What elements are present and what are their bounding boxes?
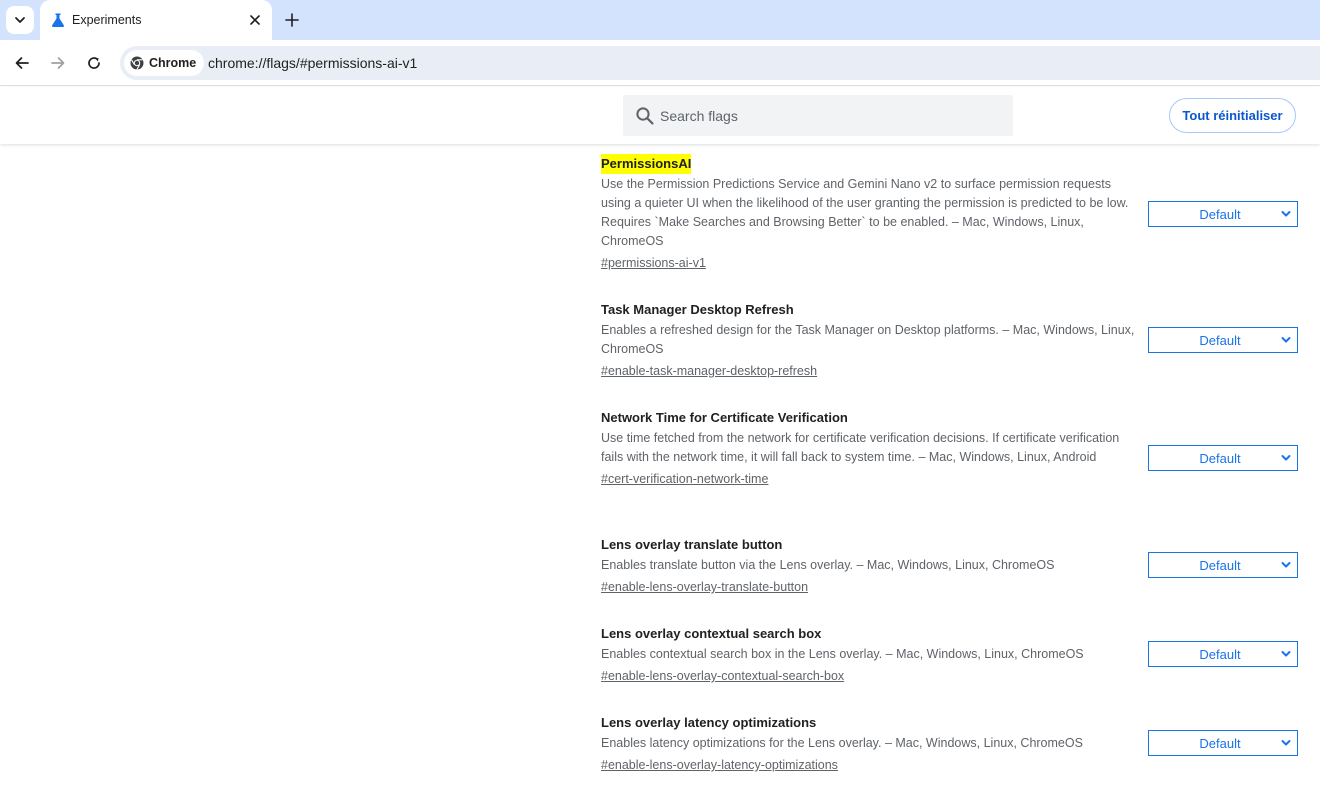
new-tab-button[interactable]: [280, 8, 304, 32]
experiment-description: Enables a refreshed design for the Task …: [601, 323, 1135, 356]
select-value: Default: [1199, 735, 1241, 751]
chevron-down-icon: [1281, 562, 1291, 568]
flags-header: Tout réinitialiser: [0, 87, 1320, 144]
experiment-lens-overlay-translate-button: Lens overlay translate button Enables tr…: [601, 535, 1301, 596]
experiment-state-select[interactable]: Default: [1148, 201, 1298, 227]
close-icon: [250, 15, 260, 25]
select-value: Default: [1199, 646, 1241, 662]
select-value: Default: [1199, 332, 1241, 348]
experiment-description: Use time fetched from the network for ce…: [601, 431, 1120, 464]
experiment-title: Lens overlay latency optimizations: [601, 715, 817, 730]
experiment-cert-verification-network-time: Network Time for Certificate Verificatio…: [601, 408, 1301, 488]
experiment-title: Task Manager Desktop Refresh: [601, 302, 794, 317]
experiments-list: PermissionsAI Use the Permission Predict…: [0, 144, 1320, 800]
experiment-link[interactable]: #enable-lens-overlay-translate-button: [601, 579, 808, 595]
tab-strip: Experiments: [0, 0, 1320, 40]
tab-close-button[interactable]: [246, 11, 264, 29]
experiment-state-select[interactable]: Default: [1148, 730, 1298, 756]
experiment-title: Lens overlay contextual search box: [601, 626, 822, 641]
experiment-title: PermissionsAI: [601, 154, 692, 174]
experiment-link[interactable]: #enable-lens-overlay-latency-optimizatio…: [601, 757, 838, 773]
site-info-chip[interactable]: Chrome: [124, 50, 205, 76]
chrome-logo-icon: [130, 56, 144, 70]
select-value: Default: [1199, 557, 1241, 573]
search-icon: [636, 107, 654, 125]
chevron-down-icon: [1281, 211, 1291, 217]
select-value: Default: [1199, 206, 1241, 222]
chevron-down-icon: [1281, 651, 1291, 657]
experiment-title: Network Time for Certificate Verificatio…: [601, 410, 848, 425]
experiment-link[interactable]: #cert-verification-network-time: [601, 471, 768, 487]
url-text[interactable]: chrome://flags/#permissions-ai-v1: [208, 54, 417, 72]
browser-toolbar: Chrome chrome://flags/#permissions-ai-v1: [0, 40, 1320, 86]
experiment-state-select[interactable]: Default: [1148, 327, 1298, 353]
arrow-right-icon: [51, 57, 65, 69]
experiment-description: Enables translate button via the Lens ov…: [601, 558, 1055, 572]
back-button[interactable]: [10, 51, 34, 75]
experiment-permissions-ai: PermissionsAI Use the Permission Predict…: [601, 154, 1301, 272]
experiment-lens-overlay-latency-optimizations: Lens overlay latency optimizations Enabl…: [601, 713, 1301, 774]
search-input[interactable]: [659, 95, 1009, 136]
experiment-link[interactable]: #enable-task-manager-desktop-refresh: [601, 363, 817, 379]
arrow-left-icon: [15, 57, 29, 69]
experiment-state-select[interactable]: Default: [1148, 641, 1298, 667]
select-value: Default: [1199, 450, 1241, 466]
chevron-down-icon: [1281, 740, 1291, 746]
experiment-description: Enables latency optimizations for the Le…: [601, 736, 1083, 750]
reload-icon: [88, 57, 100, 69]
chevron-down-icon: [1281, 337, 1291, 343]
experiment-title: Lens overlay translate button: [601, 537, 783, 552]
tab-search-button[interactable]: [6, 6, 34, 34]
address-bar[interactable]: Chrome chrome://flags/#permissions-ai-v1: [120, 46, 1320, 80]
experiment-link[interactable]: #enable-lens-overlay-contextual-search-b…: [601, 668, 844, 684]
experiment-lens-overlay-contextual-search-box: Lens overlay contextual search box Enabl…: [601, 624, 1301, 685]
reset-all-button[interactable]: Tout réinitialiser: [1169, 98, 1296, 133]
tab-title: Experiments: [72, 13, 142, 27]
experiment-link[interactable]: #permissions-ai-v1: [601, 255, 706, 271]
chevron-down-icon: [15, 17, 25, 23]
experiment-state-select[interactable]: Default: [1148, 445, 1298, 471]
flask-icon: [52, 13, 64, 27]
tab-experiments[interactable]: Experiments: [40, 0, 272, 40]
reload-button[interactable]: [82, 51, 106, 75]
forward-button[interactable]: [46, 51, 70, 75]
chip-label: Chrome: [149, 56, 197, 70]
experiment-description: Use the Permission Predictions Service a…: [601, 177, 1129, 248]
experiment-state-select[interactable]: Default: [1148, 552, 1298, 578]
search-box[interactable]: [623, 95, 1013, 136]
experiment-task-manager-refresh: Task Manager Desktop Refresh Enables a r…: [601, 300, 1301, 380]
chevron-down-icon: [1281, 455, 1291, 461]
plus-icon: [285, 13, 299, 27]
experiment-description: Enables contextual search box in the Len…: [601, 647, 1084, 661]
